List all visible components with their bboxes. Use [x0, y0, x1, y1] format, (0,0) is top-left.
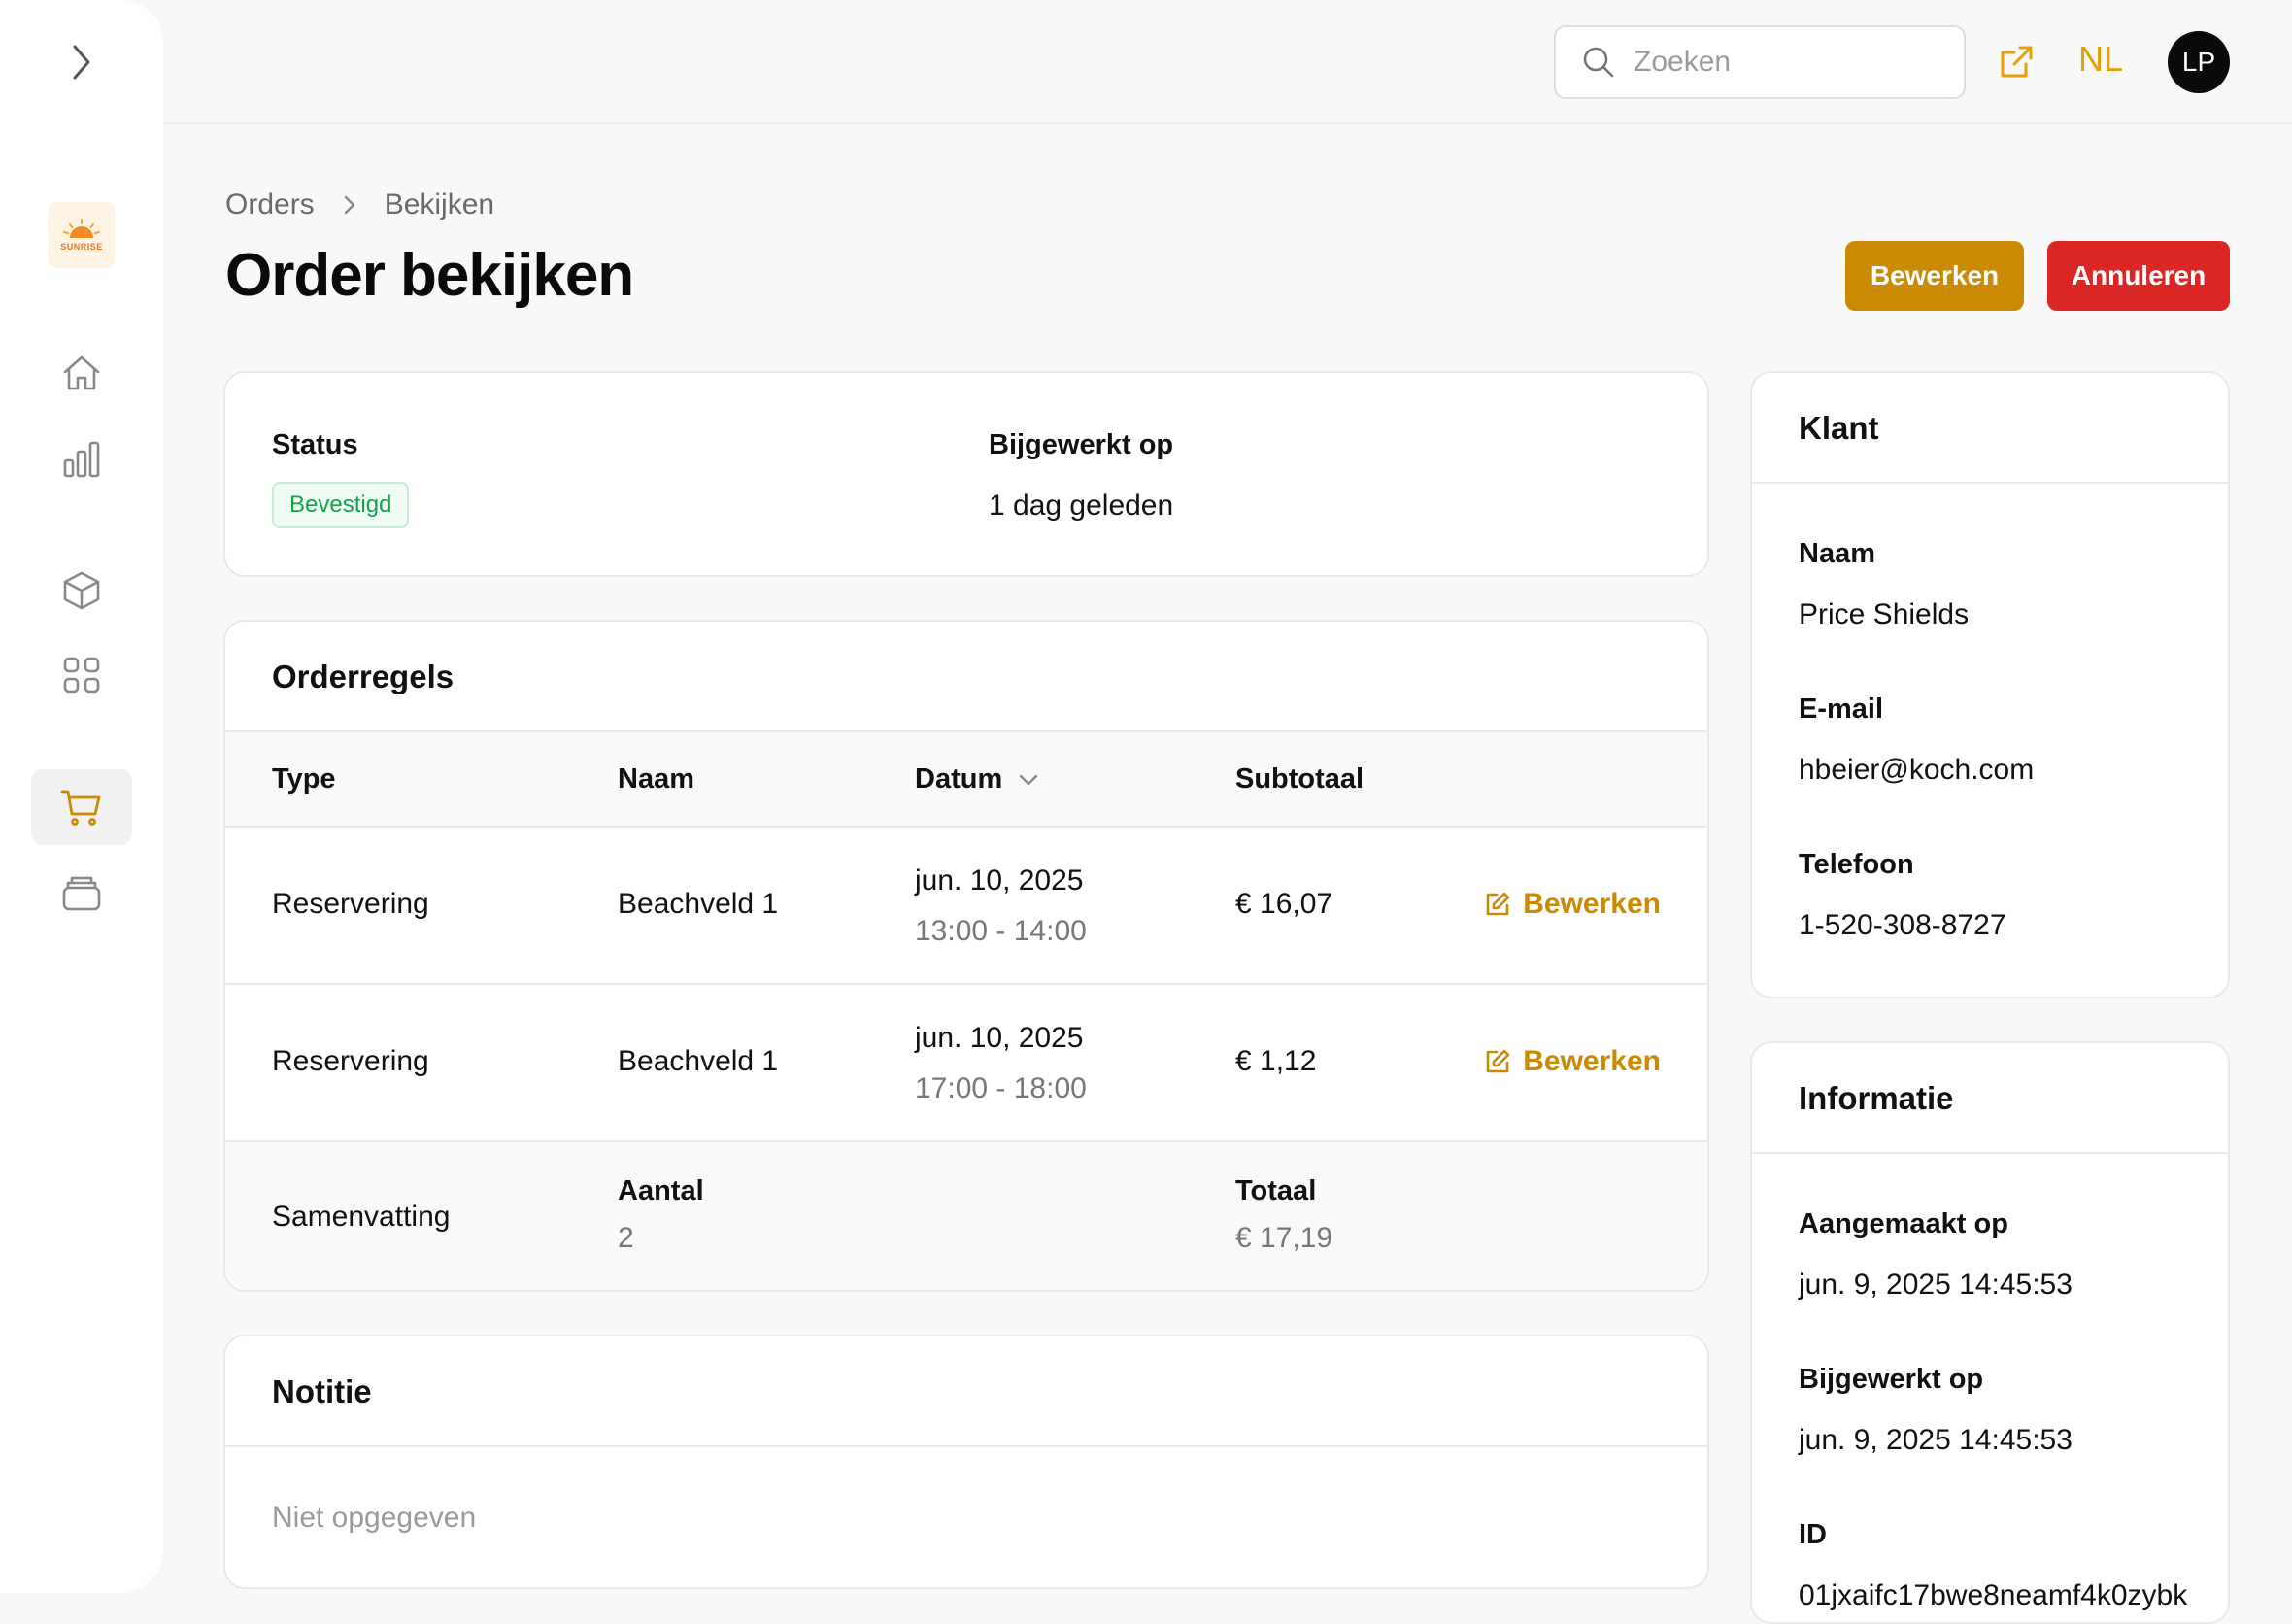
created-value: jun. 9, 2025 14:45:53 — [1799, 1269, 2073, 1301]
row-time: 13:00 - 14:00 — [915, 915, 1087, 947]
search-icon — [1583, 47, 1614, 78]
home-icon — [63, 355, 100, 390]
status-badge: Bevestigd — [272, 482, 410, 528]
column-type: Type — [272, 763, 336, 795]
count-label: Aantal — [618, 1175, 704, 1206]
customer-name-value: Price Shields — [1799, 598, 1970, 630]
user-avatar[interactable]: LP — [2168, 31, 2230, 93]
total-value: € 17,19 — [1235, 1222, 1333, 1254]
info-card: Informatie Aangemaakt op jun. 9, 2025 14… — [1750, 1041, 2230, 1624]
row-type: Reservering — [272, 888, 429, 920]
customer-header: Klant — [1752, 373, 2228, 484]
column-name: Naam — [618, 763, 694, 795]
sunrise-logo[interactable]: SUNRISE — [49, 202, 115, 268]
nav-stack[interactable] — [31, 856, 132, 931]
table-header: Type Naam Datum Subtotaal — [225, 732, 1707, 828]
column-date-label: Datum — [915, 763, 1003, 795]
row-edit-button[interactable]: Bewerken — [1484, 1045, 1661, 1078]
search-field[interactable] — [1554, 25, 1966, 99]
stack-icon — [62, 876, 101, 911]
note-title: Notitie — [272, 1373, 372, 1409]
sort-chevron-down-icon — [1020, 774, 1038, 785]
id-label: ID — [1799, 1519, 1827, 1550]
open-external-icon[interactable] — [1997, 43, 2036, 82]
status-card: Status Bevestigd Bijgewerkt op 1 dag gel… — [223, 371, 1709, 577]
info-header: Informatie — [1752, 1043, 2228, 1154]
note-card: Notitie Niet opgegeven — [223, 1335, 1709, 1589]
customer-card: Klant Naam Price Shields E-mail hbeier@k… — [1750, 371, 2230, 998]
customer-title: Klant — [1799, 410, 1879, 446]
total-label: Totaal — [1235, 1175, 1317, 1206]
info-updated-label: Bijgewerkt op — [1799, 1364, 1984, 1395]
row-edit-button[interactable]: Bewerken — [1484, 888, 1661, 921]
cancel-order-button[interactable]: Annuleren — [2047, 241, 2230, 311]
breadcrumb-chevron-icon — [342, 193, 357, 217]
order-lines-header: Orderregels — [225, 622, 1707, 732]
column-date-sort[interactable]: Datum — [915, 763, 1039, 795]
column-subtotal: Subtotaal — [1235, 763, 1365, 795]
updated-label: Bijgewerkt op — [989, 429, 1174, 460]
sun-icon — [63, 219, 100, 238]
table-row: Reservering Beachveld 1 jun. 10, 2025 17… — [225, 985, 1707, 1142]
summary-label: Samenvatting — [272, 1201, 451, 1233]
row-name: Beachveld 1 — [618, 1045, 779, 1077]
edit-order-button[interactable]: Bewerken — [1845, 241, 2024, 311]
order-lines-title: Orderregels — [272, 659, 455, 694]
table-row: Reservering Beachveld 1 jun. 10, 2025 13… — [225, 828, 1707, 985]
count-value: 2 — [618, 1222, 634, 1254]
row-subtotal: € 16,07 — [1235, 888, 1333, 920]
id-value: 01jxaifc17bwe8neamf4k0zybk — [1799, 1579, 2188, 1611]
customer-name-label: Naam — [1799, 538, 1875, 569]
row-edit-label: Bewerken — [1523, 1045, 1661, 1077]
row-date: jun. 10, 2025 — [915, 864, 1084, 897]
customer-phone-value[interactable]: 1-520-308-8727 — [1799, 909, 2006, 942]
expand-sidebar-chevron-icon[interactable] — [62, 43, 101, 82]
nav-reports[interactable] — [31, 422, 132, 497]
row-date: jun. 10, 2025 — [915, 1022, 1084, 1054]
info-updated-value: jun. 9, 2025 14:45:53 — [1799, 1424, 2073, 1456]
topbar — [163, 0, 2292, 124]
bar-chart-icon — [63, 441, 100, 478]
updated-value: 1 dag geleden — [989, 490, 1174, 522]
row-subtotal: € 1,12 — [1235, 1045, 1317, 1077]
breadcrumb-orders[interactable]: Orders — [225, 188, 315, 221]
row-edit-label: Bewerken — [1523, 888, 1661, 920]
customer-email-label: E-mail — [1799, 694, 1884, 725]
status-label: Status — [272, 429, 358, 460]
nav-orders[interactable] — [31, 769, 132, 845]
breadcrumb-current: Bekijken — [384, 188, 495, 220]
nav-apps[interactable] — [31, 637, 132, 713]
sidebar: SUNRISE — [0, 0, 163, 1593]
grid-icon — [63, 657, 100, 694]
logo-text: SUNRISE — [60, 242, 103, 252]
row-type: Reservering — [272, 1045, 429, 1077]
cart-icon — [60, 790, 101, 826]
row-name: Beachveld 1 — [618, 888, 779, 920]
nav-products[interactable] — [31, 553, 132, 628]
breadcrumb: Orders Bekijken — [225, 188, 494, 221]
customer-phone-label: Telefoon — [1799, 849, 1914, 880]
search-input[interactable] — [1634, 46, 1925, 79]
note-header: Notitie — [225, 1336, 1707, 1447]
created-label: Aangemaakt op — [1799, 1208, 2008, 1239]
edit-icon — [1486, 892, 1510, 916]
row-time: 17:00 - 18:00 — [915, 1072, 1087, 1104]
nav-home[interactable] — [31, 335, 132, 411]
language-switcher[interactable]: NL — [2078, 39, 2123, 80]
info-title: Informatie — [1799, 1080, 1954, 1116]
edit-icon — [1486, 1049, 1510, 1073]
order-lines-card: Orderregels Type Naam Datum Subtotaal Re… — [223, 620, 1709, 1292]
page-title: Order bekijken — [225, 242, 634, 309]
note-value: Niet opgegeven — [272, 1502, 477, 1534]
customer-email-value[interactable]: hbeier@koch.com — [1799, 754, 2034, 787]
summary-row: Samenvatting Aantal 2 Totaal € 17,19 — [225, 1142, 1707, 1290]
cube-icon — [63, 571, 100, 610]
